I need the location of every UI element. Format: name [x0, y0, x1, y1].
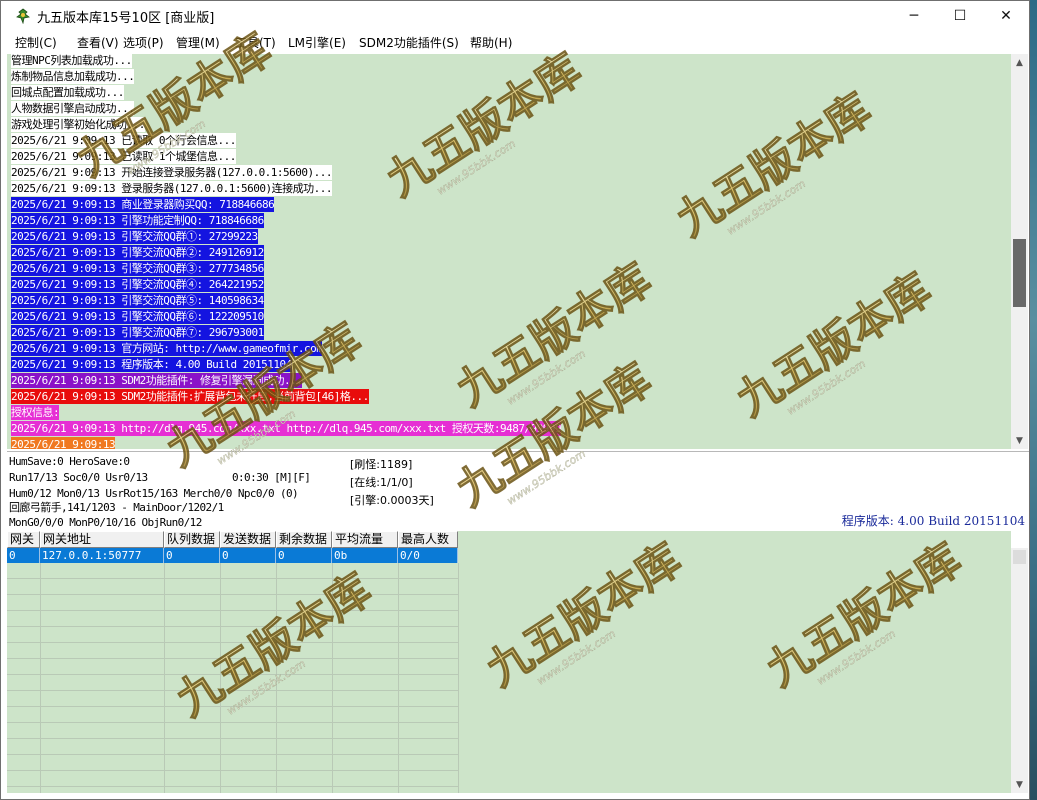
column-header-1[interactable]: 网关地址 [40, 531, 164, 548]
log-line: 炼制物品信息加载成功... [11, 69, 135, 84]
column-header-0[interactable]: 网关 [7, 531, 40, 548]
column-header-3[interactable]: 发送数据 [220, 531, 276, 548]
log-line: 2025/6/21 9:09:13 开始连接登录服务器(127.0.0.1:56… [11, 165, 333, 180]
table-scrollbar[interactable]: ▲ ▼ [1011, 548, 1028, 793]
status-line-counts: Hum0/12 Mon0/13 UsrRot15/163 Merch0/0 Np… [9, 487, 299, 500]
log-line: 2025/6/21 9:09:13 商业登录器购买QQ: 718846686 [11, 197, 275, 212]
menu-item-7[interactable]: 帮助(H) [470, 34, 512, 51]
scroll-up-arrow-icon[interactable]: ▲ [1011, 54, 1028, 71]
menu-item-5[interactable]: LM引擎(E) [288, 34, 346, 51]
log-line: 2025/6/21 9:09:13 已读取 1个城堡信息... [11, 149, 236, 164]
minimize-button[interactable]: ─ [891, 1, 937, 31]
log-scrollbar[interactable]: ▲ ▼ [1011, 54, 1028, 449]
desktop-background [1030, 0, 1037, 800]
menu-bar: 控制(C) 查看(V) 选项(P) 管理(M) 工具(T) LM引擎(E) SDM2功能插件… [1, 31, 1029, 52]
log-panel[interactable]: 管理NPC列表加载成功... 炼制物品信息加载成功... 回城点配置加载成功... 人… [7, 54, 1011, 449]
server-window: 九五版本库15号10区 [商业版] ─ ☐ ✕ 控制(C) 查看(V) 选项(P) 管… [0, 0, 1030, 800]
menu-item-3[interactable]: 管理(M) [176, 34, 220, 51]
log-line: 人物数据引擎启动成功... [11, 101, 135, 116]
log-line: 2025/6/21 9:09:13 [11, 437, 116, 449]
status-panel: HumSave:0 HeroSave:0 Run17/13 Soc0/0 Usr… [7, 451, 1029, 530]
column-header-2[interactable]: 队列数据 [164, 531, 220, 548]
log-line: 2025/6/21 9:09:13 官方网站: http://www.gameo… [11, 341, 323, 356]
log-line: 授权信息: [11, 405, 60, 420]
table-cell: 0 [7, 548, 40, 563]
log-line: 2025/6/21 9:09:13 引擎交流QQ群③: 277734856 [11, 261, 264, 276]
title-bar: 九五版本库15号10区 [商业版] ─ ☐ ✕ [1, 1, 1029, 31]
column-header-5[interactable]: 平均流量 [332, 531, 398, 548]
table-cell: 127.0.0.1:50777 [40, 548, 164, 563]
status-line-save: HumSave:0 HeroSave:0 [9, 455, 130, 468]
online-count: [在线:1/1/0] [350, 476, 413, 489]
log-line: 2025/6/21 9:09:13 已读取 0个行会信息... [11, 133, 236, 148]
log-line: 2025/6/21 9:09:13 引擎交流QQ群⑥: 122209510 [11, 309, 264, 324]
log-line: 2025/6/21 9:09:13 程序版本: 4.00 Build 20151… [11, 357, 292, 372]
table-row[interactable]: 0 127.0.0.1:50777 0 0 0 0b 0/0 [7, 548, 458, 563]
log-line: 2025/6/21 9:09:13 引擎交流QQ群⑦: 296793001 [11, 325, 264, 340]
log-line: 2025/6/21 9:09:13 引擎交流QQ群⑤: 140598634 [11, 293, 264, 308]
menu-item-0[interactable]: 控制(C) [15, 34, 57, 51]
engine-uptime: [引擎:0.0003天] [350, 494, 434, 507]
log-line: 2025/6/21 9:09:13 引擎交流QQ群④: 264221952 [11, 277, 264, 292]
window-title: 九五版本库15号10区 [商业版] [37, 11, 215, 26]
log-line: 2025/6/21 9:09:13 引擎功能定制QQ: 718846686 [11, 213, 264, 228]
gate-table[interactable]: 网关 网关地址 队列数据 发送数据 剩余数据 平均流量 最高人数 0 127.0.0.1:50… [7, 531, 1011, 793]
log-line: 2025/6/21 9:09:13 http://dlq.945.com/xxx… [11, 421, 562, 436]
menu-item-2[interactable]: 选项(P) [123, 34, 164, 51]
log-scrollbar-thumb[interactable] [1013, 239, 1026, 307]
status-line-run: Run17/13 Soc0/0 Usr0/13 [9, 471, 148, 484]
menu-item-1[interactable]: 查看(V) [77, 34, 119, 51]
maximize-button[interactable]: ☐ [937, 1, 983, 31]
refresh-monster-count: [刷怪:1189] [350, 458, 413, 471]
column-header-4[interactable]: 剩余数据 [276, 531, 332, 548]
log-line: 2025/6/21 9:09:13 登录服务器(127.0.0.1:5600)连… [11, 181, 333, 196]
table-cell: 0/0 [398, 548, 458, 563]
log-line: 2025/6/21 9:09:13 引擎交流QQ群②: 249126912 [11, 245, 264, 260]
gate-table-header: 网关 网关地址 队列数据 发送数据 剩余数据 平均流量 最高人数 [7, 531, 458, 548]
status-run-time: 0:0:30 [M][F] [232, 471, 311, 484]
program-version: 程序版本: 4.00 Build 20151104 [841, 514, 1025, 528]
menu-item-4[interactable]: 工具(T) [235, 34, 276, 51]
table-gridlines [7, 563, 459, 793]
close-button[interactable]: ✕ [983, 1, 1029, 31]
log-line: 2025/6/21 9:09:13 引擎交流QQ群①: 27299223 [11, 229, 258, 244]
log-line: 回城点配置加载成功... [11, 85, 124, 100]
menu-item-6[interactable]: SDM2功能插件(S) [359, 34, 459, 51]
app-icon [16, 8, 30, 24]
status-line-objects: MonG0/0/0 MonP0/10/16 ObjRun0/12 [9, 516, 202, 529]
table-cell: 0 [276, 548, 332, 563]
column-header-6[interactable]: 最高人数 [398, 531, 458, 548]
log-line: 2025/6/21 9:09:13 SDM2功能插件: 修复引擎漏洞成功... [11, 373, 303, 388]
log-line: 管理NPC列表加载成功... [11, 54, 132, 68]
table-cell: 0b [332, 548, 398, 563]
table-scrollbar-thumb[interactable] [1013, 550, 1026, 564]
scroll-down-arrow-icon[interactable]: ▼ [1011, 432, 1028, 449]
log-line: 2025/6/21 9:09:13 SDM2功能插件:扩展背包未开启,当前背包[… [11, 389, 369, 404]
table-cell: 0 [220, 548, 276, 563]
log-line: 游戏处理引擎初始化成功... [11, 117, 145, 132]
table-scroll-down-arrow-icon[interactable]: ▼ [1011, 776, 1028, 793]
table-cell: 0 [164, 548, 220, 563]
status-line-map: 回廊弓箭手,141/1203 - MainDoor/1202/1 [9, 501, 224, 514]
